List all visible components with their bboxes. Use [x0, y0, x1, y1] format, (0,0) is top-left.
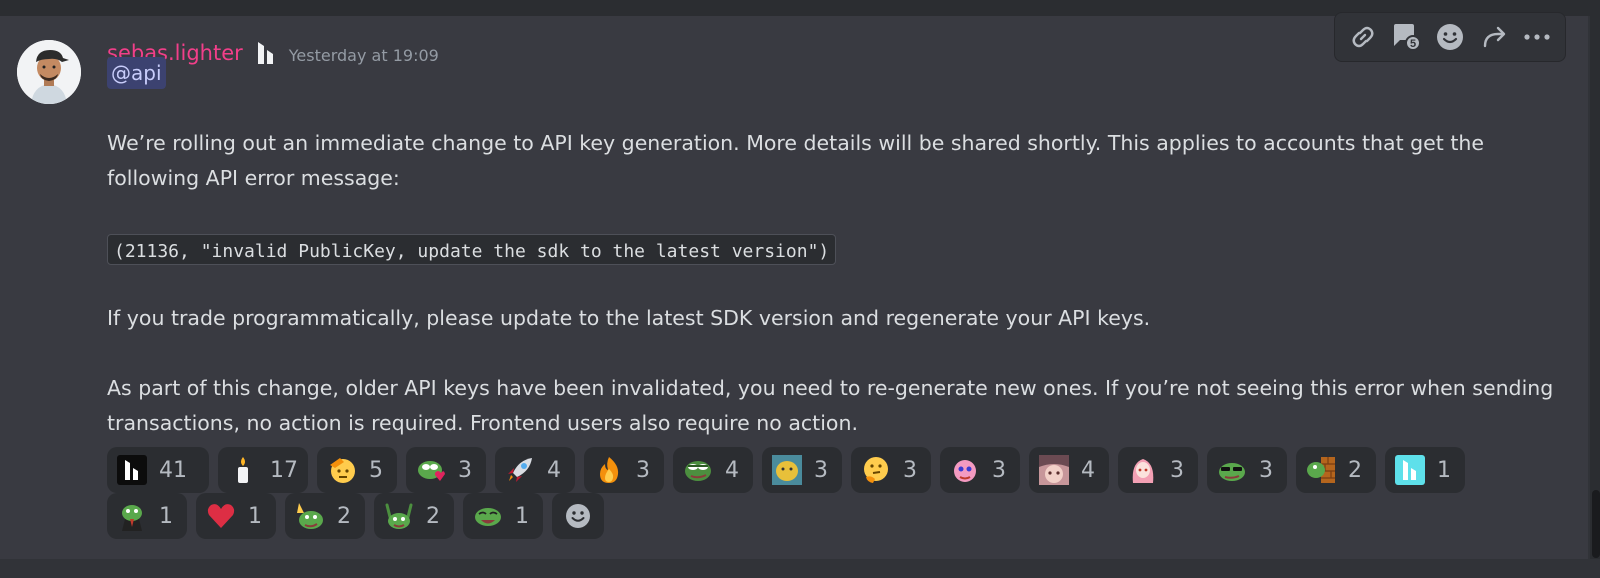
reaction-saluting-face[interactable]: 5 [317, 447, 397, 493]
lighter-logo-icon [117, 455, 147, 485]
message-paragraph-3: As part of this change, older API keys h… [107, 376, 1554, 435]
reaction-anime-face[interactable]: 4 [1029, 447, 1109, 493]
bottom-divider [0, 559, 1600, 578]
reaction-pepe-wall[interactable]: 2 [1296, 447, 1376, 493]
reaction-lighter-logo[interactable]: 41 [107, 447, 209, 493]
message-paragraph-2: If you trade programmatically, please up… [107, 306, 1151, 330]
scrollbar-thumb[interactable] [1592, 490, 1600, 558]
reaction-pepe-party[interactable]: 2 [285, 493, 365, 539]
reaction-count: 4 [725, 457, 739, 483]
reaction-count: 1 [1437, 457, 1451, 483]
reaction-lighter-logo-cyan[interactable]: 1 [1385, 447, 1465, 493]
rocket-icon [505, 455, 535, 485]
more-icon[interactable] [1519, 19, 1555, 55]
pepe-suit-icon [117, 501, 147, 531]
reaction-thinking-face[interactable]: 3 [851, 447, 931, 493]
pepe-sunglasses-icon [1217, 455, 1247, 485]
reaction-pink-creature[interactable]: 3 [940, 447, 1020, 493]
reaction-count: 3 [636, 457, 650, 483]
lighter-badge-icon[interactable] [255, 40, 277, 66]
message-toolbar: 5 [1334, 12, 1566, 62]
reaction-count: 2 [426, 503, 440, 529]
reaction-count: 5 [369, 457, 383, 483]
avatar[interactable] [17, 40, 81, 104]
pepe-cheer-icon [384, 501, 414, 531]
reaction-pepe-cheer[interactable]: 2 [374, 493, 454, 539]
reaction-count: 3 [458, 457, 472, 483]
inline-code: (21136, "invalid PublicKey, update the s… [107, 234, 837, 265]
reaction-anime-girl[interactable]: 3 [1118, 447, 1198, 493]
reaction-count: 4 [1081, 457, 1095, 483]
reaction-pepe-heart[interactable]: 3 [406, 447, 486, 493]
reaction-doge-meme[interactable]: 3 [762, 447, 842, 493]
anime-girl-icon [1128, 455, 1158, 485]
reaction-pepe-smug[interactable]: 4 [673, 447, 753, 493]
add-reaction-icon[interactable] [1432, 19, 1468, 55]
reaction-candle[interactable]: 17 [218, 447, 308, 493]
role-mention[interactable]: @api [107, 57, 166, 89]
thinking-face-icon [861, 455, 891, 485]
doge-meme-icon [772, 455, 802, 485]
scrollbar-track[interactable] [1590, 16, 1600, 559]
pepe-heart-icon [416, 455, 446, 485]
reaction-count: 3 [992, 457, 1006, 483]
reaction-pepe-laugh[interactable]: 1 [463, 493, 543, 539]
reaction-count: 3 [1170, 457, 1184, 483]
pepe-wall-icon [1306, 455, 1336, 485]
reaction-count: 2 [337, 503, 351, 529]
reaction-count: 3 [1259, 457, 1273, 483]
reaction-count: 17 [270, 457, 298, 483]
link-icon[interactable] [1345, 19, 1381, 55]
saluting-face-icon [327, 455, 357, 485]
timestamp[interactable]: Yesterday at 19:09 [289, 46, 439, 65]
thread-count: 5 [1410, 38, 1416, 50]
reaction-count: 41 [159, 457, 187, 483]
reaction-fire[interactable]: 3 [584, 447, 664, 493]
red-heart-icon [206, 501, 236, 531]
reaction-count: 1 [159, 503, 173, 529]
reaction-count: 1 [248, 503, 262, 529]
reaction-count: 3 [814, 457, 828, 483]
reaction-rocket[interactable]: 4 [495, 447, 575, 493]
pepe-party-icon [295, 501, 325, 531]
candle-icon [228, 455, 258, 485]
message-paragraph-1: We’re rolling out an immediate change to… [107, 131, 1484, 190]
reaction-pepe-sunglasses[interactable]: 3 [1207, 447, 1287, 493]
reaction-count: 1 [515, 503, 529, 529]
forward-icon[interactable] [1476, 19, 1512, 55]
pepe-laugh-icon [473, 501, 503, 531]
pink-creature-icon [950, 455, 980, 485]
reaction-pepe-suit[interactable]: 1 [107, 493, 187, 539]
add-reaction-button[interactable] [552, 493, 604, 539]
anime-face-icon [1039, 455, 1069, 485]
pepe-smug-icon [683, 455, 713, 485]
reaction-count: 3 [903, 457, 917, 483]
fire-icon [594, 455, 624, 485]
lighter-logo-cyan-icon [1395, 455, 1425, 485]
reaction-count: 4 [547, 457, 561, 483]
add-reaction-icon [563, 501, 593, 531]
reaction-count: 2 [1348, 457, 1362, 483]
thread-icon[interactable]: 5 [1388, 19, 1424, 55]
reaction-red-heart[interactable]: 1 [196, 493, 276, 539]
